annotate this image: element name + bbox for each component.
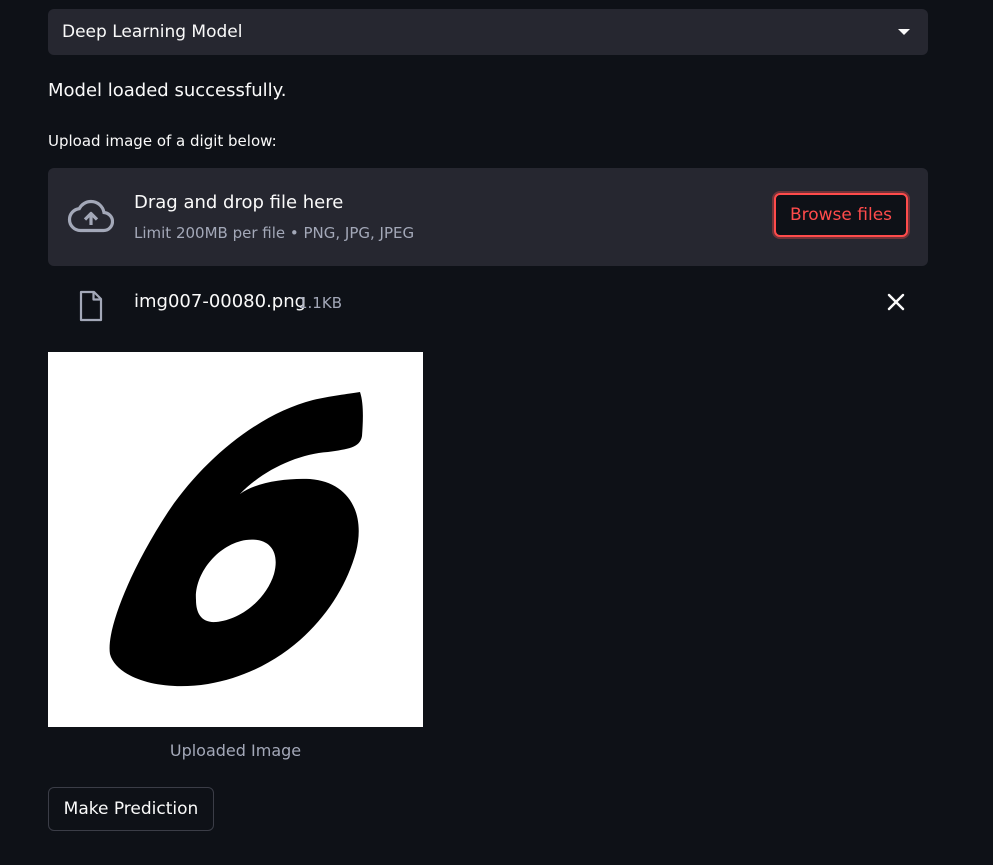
model-select[interactable]: Deep Learning Model xyxy=(48,9,928,55)
status-message: Model loaded successfully. xyxy=(48,80,287,101)
upload-label: Upload image of a digit below: xyxy=(48,132,277,150)
make-prediction-button[interactable]: Make Prediction xyxy=(48,787,214,831)
chevron-down-icon[interactable] xyxy=(898,29,910,35)
browse-files-button[interactable]: Browse files xyxy=(774,193,908,237)
digit-six-image xyxy=(109,392,363,687)
file-size: 1.1KB xyxy=(298,294,342,312)
file-icon xyxy=(79,290,103,322)
image-caption: Uploaded Image xyxy=(169,741,302,760)
cloud-upload-icon xyxy=(67,199,114,233)
dropzone-limit: Limit 200MB per file • PNG, JPG, JPEG xyxy=(134,224,415,242)
file-dropzone[interactable]: Drag and drop file here Limit 200MB per … xyxy=(48,168,928,266)
file-name: img007-00080.png xyxy=(134,291,307,312)
model-select-value: Deep Learning Model xyxy=(62,22,243,42)
uploaded-file-row: img007-00080.png 1.1KB xyxy=(48,282,928,324)
close-icon[interactable] xyxy=(886,292,906,312)
dropzone-title: Drag and drop file here xyxy=(134,192,344,213)
uploaded-image xyxy=(48,352,423,727)
